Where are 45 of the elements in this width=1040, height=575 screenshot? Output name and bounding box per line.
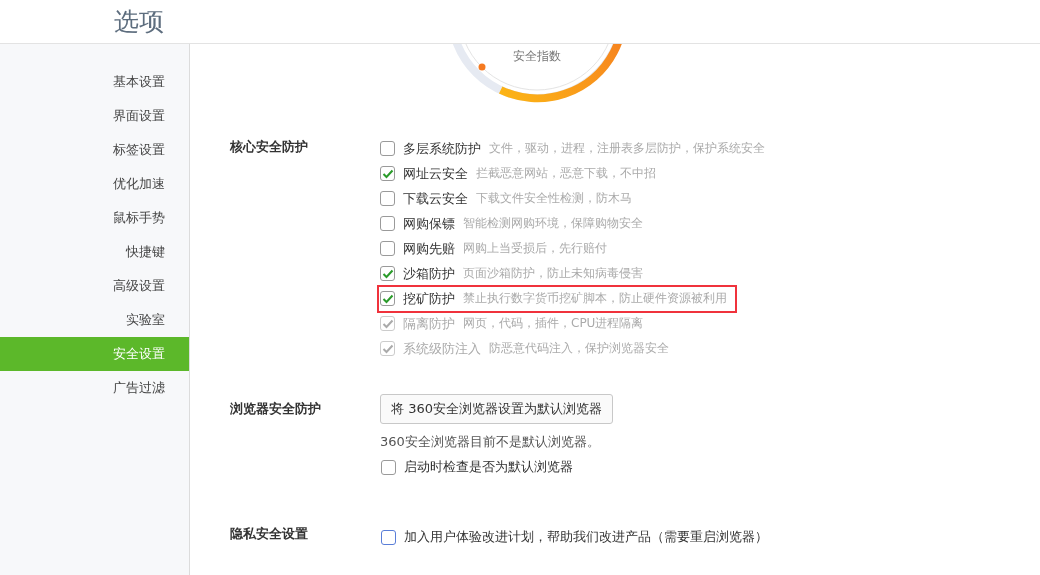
checkbox[interactable] (380, 166, 395, 181)
option-label: 下载云安全 (403, 189, 468, 208)
option-label: 网购先赔 (403, 239, 455, 258)
option-label: 网址云安全 (403, 164, 468, 183)
option-label: 多层系统防护 (403, 139, 481, 158)
checkbox[interactable] (380, 291, 395, 306)
gauge-label: 安全指数 (512, 48, 562, 65)
checkbox[interactable] (381, 529, 396, 545)
checkbox[interactable] (380, 191, 395, 206)
sidebar-item[interactable]: 高级设置 (0, 269, 189, 303)
section-title: 核心安全防护 (230, 138, 309, 156)
option-description: 拦截恶意网站，恶意下载，不中招 (476, 165, 656, 182)
option-description: 禁止执行数字货币挖矿脚本，防止硬件资源被利用 (463, 290, 727, 307)
sidebar-item[interactable]: 界面设置 (0, 99, 189, 133)
sidebar-item[interactable]: 基本设置 (0, 65, 189, 99)
option-description: 下载文件安全性检测，防木马 (476, 190, 632, 207)
option-label: 隔离防护 (403, 314, 455, 333)
window-title: 选项 (114, 6, 164, 38)
checkbox[interactable] (380, 216, 395, 231)
option-description: 页面沙箱防护，防止未知病毒侵害 (463, 265, 643, 282)
option-label: 系统级防注入 (403, 339, 481, 358)
option-label: 网购保镖 (403, 214, 455, 233)
section-title: 浏览器安全防护 (230, 400, 322, 418)
option-label: 启动时检查是否为默认浏览器 (404, 458, 573, 476)
checkbox[interactable] (380, 266, 395, 281)
sidebar-item[interactable]: 快捷键 (0, 235, 189, 269)
sidebar-item[interactable]: 广告过滤 (0, 371, 189, 405)
sidebar-item[interactable]: 实验室 (0, 303, 189, 337)
option-description: 网购上当受损后，先行赔付 (463, 240, 607, 257)
status-note: 360安全浏览器目前不是默认浏览器。 (380, 433, 600, 451)
checkbox[interactable] (380, 241, 395, 256)
option-label: 加入用户体验改进计划，帮助我们改进产品（需要重启浏览器） (404, 528, 768, 546)
option-description: 防恶意代码注入，保护浏览器安全 (489, 340, 669, 357)
option-label: 挖矿防护 (403, 289, 455, 308)
option-description: 网页，代码，插件，CPU进程隔离 (463, 315, 644, 332)
checkbox[interactable] (380, 141, 395, 156)
section-title: 隐私安全设置 (230, 525, 309, 543)
sidebar-item[interactable]: 鼠标手势 (0, 201, 189, 235)
set-default-browser-button[interactable]: 将 360安全浏览器设置为默认浏览器 (380, 394, 613, 424)
option-description: 智能检测网购环境，保障购物安全 (463, 215, 643, 232)
option-description: 文件，驱动，进程，注册表多层防护，保护系统安全 (489, 140, 765, 157)
checkbox[interactable] (381, 459, 396, 475)
sidebar-item[interactable]: 标签设置 (0, 133, 189, 167)
option-label: 沙箱防护 (403, 264, 455, 283)
sidebar-item[interactable]: 优化加速 (0, 167, 189, 201)
